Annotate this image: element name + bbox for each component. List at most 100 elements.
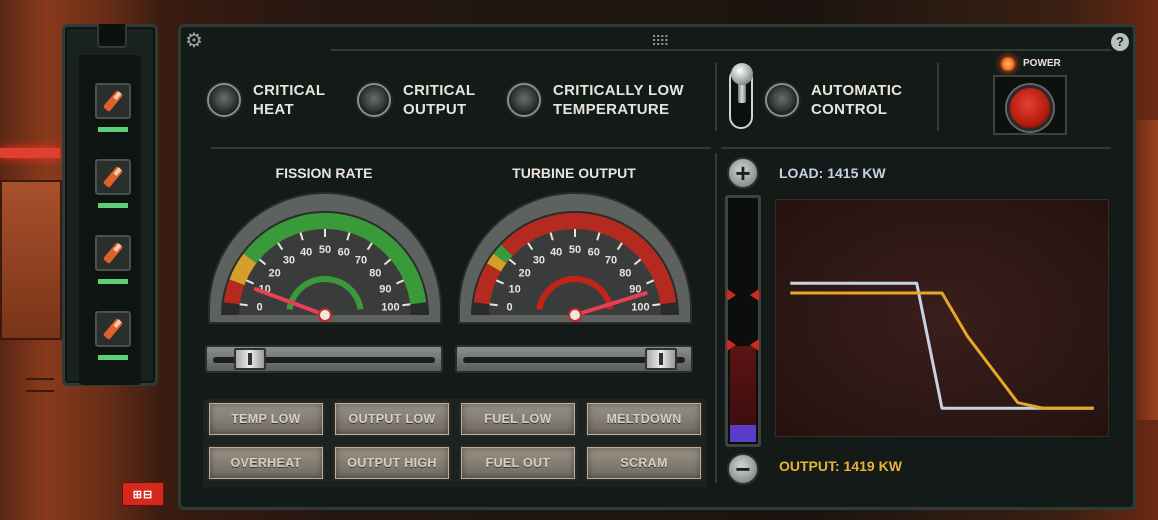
control-rod-track[interactable] xyxy=(725,195,761,447)
tool-slot-2[interactable] xyxy=(95,159,131,208)
gauge-tick-label: 80 xyxy=(619,267,631,279)
background-wall-right xyxy=(1134,120,1158,420)
gauge-tick xyxy=(239,303,248,307)
panel-header[interactable]: ⚙ ⠿⠿ ? xyxy=(181,27,1133,57)
warning-fuel-low: FUEL LOW xyxy=(459,401,577,437)
gauge-tick xyxy=(652,303,661,307)
wrench-icon[interactable] xyxy=(95,311,131,347)
gauge-tick-label: 0 xyxy=(506,302,512,314)
wrench-icon[interactable] xyxy=(95,83,131,119)
gauge-tick-label: 60 xyxy=(588,247,600,259)
gauge-tick-label: 40 xyxy=(300,247,312,259)
divider xyxy=(715,153,717,483)
power-control: POWER xyxy=(993,57,1071,137)
gauge-tick-label: 0 xyxy=(256,302,262,314)
gauge-tick-label: 20 xyxy=(269,267,281,279)
power-frame xyxy=(993,75,1067,135)
marker-arrow-icon xyxy=(727,339,736,351)
automatic-control-lever[interactable] xyxy=(729,63,753,129)
power-label: POWER xyxy=(1023,58,1061,69)
warning-temp-low: TEMP LOW xyxy=(207,401,325,437)
marker-arrow-icon xyxy=(750,339,759,351)
gauge-tick-label: 50 xyxy=(569,244,581,256)
alarm-label: CRITICALLY LOW TEMPERATURE xyxy=(553,82,684,118)
turbine-slider-thumb[interactable] xyxy=(645,348,678,370)
gauge-tick-label: 30 xyxy=(533,255,545,267)
decrease-rods-button[interactable]: − xyxy=(727,453,759,485)
tool-slot-4[interactable] xyxy=(95,311,131,360)
alarm-critical-output: CRITICAL OUTPUT xyxy=(357,81,475,119)
gauge-tick-label: 80 xyxy=(369,267,381,279)
gauge-tick-label: 50 xyxy=(319,244,331,256)
turbine-output-slider[interactable] xyxy=(455,345,693,373)
power-button[interactable] xyxy=(1007,85,1053,131)
gauge-tick-label: 90 xyxy=(379,283,391,295)
tool-column xyxy=(79,55,141,385)
gauge-tick-label: 70 xyxy=(605,255,617,267)
wrench-icon[interactable] xyxy=(95,159,131,195)
wrench-icon[interactable] xyxy=(95,235,131,271)
gauge-zone xyxy=(493,244,516,266)
alarm-critically-low-temperature: CRITICALLY LOW TEMPERATURE xyxy=(507,81,684,119)
increase-rods-button[interactable]: + xyxy=(727,157,759,189)
gauge-needle-hub xyxy=(568,308,582,322)
load-readout: LOAD: 1415 KW xyxy=(779,165,886,181)
gear-icon[interactable]: ⚙ xyxy=(185,31,205,51)
gauge-tick-label: 60 xyxy=(338,247,350,259)
toolbar-tab[interactable] xyxy=(97,24,127,48)
help-icon[interactable]: ? xyxy=(1111,33,1129,51)
warning-fuel-out: FUEL OUT xyxy=(459,445,577,481)
alarm-lamp-icon xyxy=(357,83,391,117)
tool-slot-3[interactable] xyxy=(95,235,131,284)
tool-status-bar xyxy=(98,127,128,132)
reactor-control-panel: ⚙ ⠿⠿ ? CRITICAL HEAT CRITICAL OUTPUT CRITI… xyxy=(178,24,1136,510)
alarm-label: CRITICAL OUTPUT xyxy=(403,82,476,118)
gauge-tick-label: 20 xyxy=(519,267,531,279)
gauge-zone xyxy=(487,253,510,274)
fission-rate-slider[interactable] xyxy=(205,345,443,373)
background-warning-light xyxy=(0,148,60,158)
automatic-control: AUTOMATIC CONTROL xyxy=(765,81,902,119)
warning-scram: SCRAM xyxy=(585,445,703,481)
lever-knob[interactable] xyxy=(731,63,753,85)
header-divider xyxy=(331,49,1111,51)
drag-grip-icon[interactable]: ⠿⠿ xyxy=(651,33,669,50)
power-led-icon xyxy=(1001,57,1015,71)
gauge-tick xyxy=(402,303,411,307)
tool-toolbar xyxy=(62,24,158,386)
divider xyxy=(715,63,717,131)
alarm-label: CRITICAL HEAT xyxy=(253,82,326,118)
fission-rate-gauge: 010203040 50 60708090100 xyxy=(208,192,442,324)
warning-output-low: OUTPUT LOW xyxy=(333,401,451,437)
automatic-control-label: AUTOMATIC CONTROL xyxy=(811,82,903,118)
fire-extinguisher-sign: ⊞⊟ xyxy=(122,482,164,506)
warning-overheat: OVERHEAT xyxy=(207,445,325,481)
tool-slot-1[interactable] xyxy=(95,83,131,132)
tool-status-bar xyxy=(98,279,128,284)
alarm-lamp-icon xyxy=(507,83,541,117)
gauge-tick-label: 10 xyxy=(508,283,520,295)
graph-series-line xyxy=(790,291,1094,410)
background-vent xyxy=(26,378,54,392)
fission-slider-thumb[interactable] xyxy=(234,348,267,370)
section-divider xyxy=(721,147,1111,149)
gauge-needle-hub xyxy=(318,308,332,322)
alarm-lamp-icon xyxy=(207,83,241,117)
tool-status-bar xyxy=(98,203,128,208)
gauge-zone xyxy=(223,279,249,305)
gauge-tick-label: 40 xyxy=(550,247,562,259)
turbine-output-gauge: 010203040 50 60708090100 xyxy=(458,192,692,324)
warning-output-high: OUTPUT HIGH xyxy=(333,445,451,481)
gauge-tick-label: 30 xyxy=(283,255,295,267)
tool-status-bar xyxy=(98,355,128,360)
section-divider xyxy=(211,147,711,149)
alarm-critical-heat: CRITICAL HEAT xyxy=(207,81,325,119)
alarm-lamp-icon xyxy=(765,83,799,117)
warning-plates: TEMP LOW OUTPUT LOW FUEL LOW MELTDOWN OV… xyxy=(203,399,707,487)
gauge-tick-label: 70 xyxy=(355,255,367,267)
graph-series-line xyxy=(790,281,1094,410)
background-locker xyxy=(0,180,62,392)
divider xyxy=(937,63,939,131)
gauge-tick xyxy=(489,303,498,307)
output-readout: OUTPUT: 1419 KW xyxy=(779,458,902,474)
